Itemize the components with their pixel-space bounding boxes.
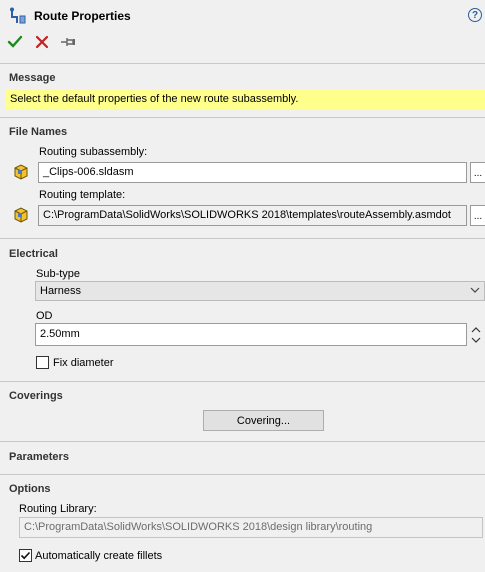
assembly-template-icon (11, 205, 31, 225)
spin-down-icon (471, 337, 481, 343)
message-heading: Message (9, 72, 56, 84)
sub-type-select[interactable]: Harness (35, 281, 485, 301)
pushpin-icon (61, 38, 75, 46)
routing-subassembly-label: Routing subassembly: (39, 146, 148, 158)
divider (0, 117, 485, 118)
auto-fillets-label: Automatically create fillets (35, 550, 163, 562)
template-browse-button[interactable]: ... (470, 205, 485, 226)
fix-diameter-checkbox[interactable] (36, 356, 49, 369)
message-text: Select the default properties of the new… (6, 90, 485, 109)
ok-button[interactable] (6, 33, 24, 51)
routing-template-input[interactable]: C:\ProgramData\SolidWorks\SOLIDWORKS 201… (38, 205, 467, 226)
divider (0, 474, 485, 475)
assembly-component-icon (11, 162, 31, 182)
sub-type-value: Harness (40, 285, 81, 297)
routing-template-label: Routing template: (39, 189, 126, 201)
subassembly-browse-button[interactable]: ... (470, 162, 485, 183)
options-heading: Options (9, 483, 51, 495)
coverings-heading: Coverings (9, 390, 63, 402)
checkmark-icon (20, 551, 31, 560)
help-icon[interactable]: ? (468, 8, 482, 22)
parameters-heading[interactable]: Parameters (9, 451, 69, 463)
electrical-heading: Electrical (9, 248, 58, 260)
sub-type-label: Sub-type (36, 268, 81, 280)
divider (0, 441, 485, 442)
od-spinner[interactable] (469, 323, 483, 347)
od-input[interactable]: 2.50mm (35, 323, 467, 346)
routing-subassembly-input[interactable]: _Clips-006.sldasm (38, 162, 467, 183)
auto-fillets-checkbox[interactable] (19, 549, 32, 562)
panel-title: Route Properties (34, 9, 131, 23)
divider (0, 238, 485, 239)
chevron-down-icon (470, 285, 480, 298)
covering-button[interactable]: Covering... (203, 410, 324, 431)
cancel-button[interactable] (33, 33, 51, 51)
divider (0, 63, 485, 64)
routing-library-input[interactable]: C:\ProgramData\SolidWorks\SOLIDWORKS 201… (19, 517, 483, 538)
routing-library-label: Routing Library: (19, 503, 97, 515)
fix-diameter-label: Fix diameter (53, 357, 114, 369)
file-names-heading: File Names (9, 126, 68, 138)
spin-up-icon (471, 327, 481, 333)
pin-button[interactable] (59, 33, 77, 51)
close-icon (35, 35, 49, 49)
divider (0, 381, 485, 382)
od-label: OD (36, 310, 53, 322)
check-icon (7, 35, 23, 48)
route-properties-icon (9, 7, 27, 25)
